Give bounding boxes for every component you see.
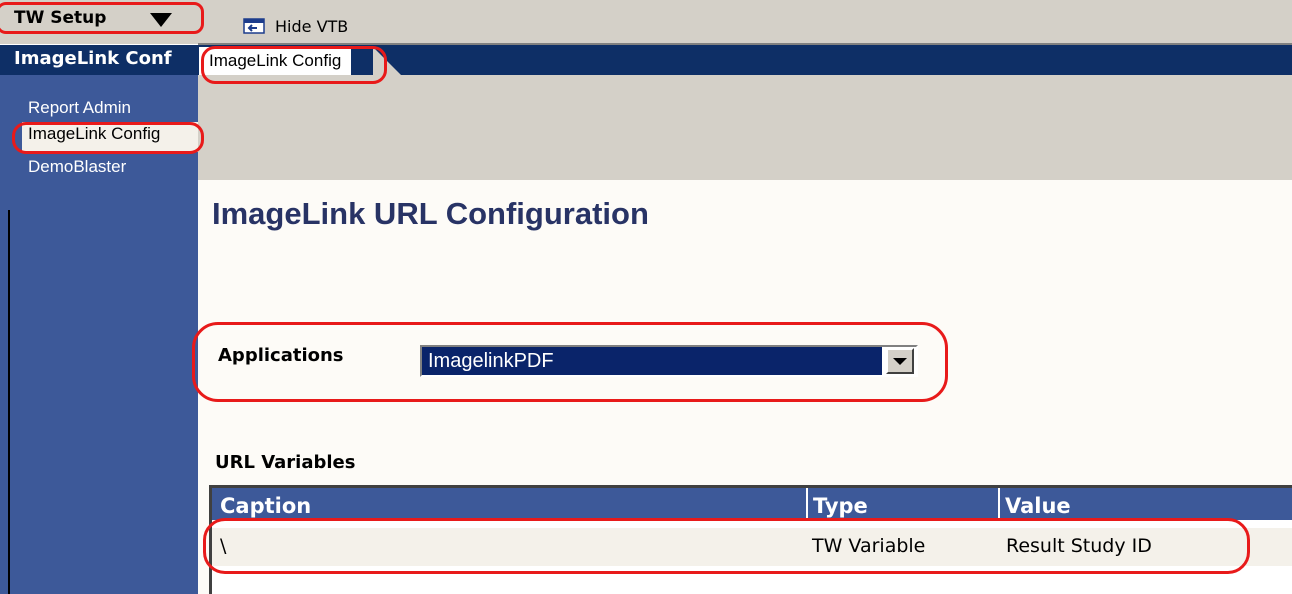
tw-setup-label: TW Setup <box>14 8 107 28</box>
content-header-band <box>198 75 1292 180</box>
page-title: ImageLink URL Configuration <box>212 196 649 231</box>
hide-vtb-label: Hide VTB <box>275 16 349 36</box>
dropdown-arrow-icon[interactable] <box>150 13 172 27</box>
sidebar-edge <box>8 210 10 594</box>
cell-type[interactable]: TW Variable <box>812 535 925 557</box>
tab-corner <box>373 47 401 75</box>
applications-label: Applications <box>218 345 344 366</box>
hide-panel-icon <box>243 18 265 34</box>
sidebar-item-report-admin[interactable]: Report Admin <box>28 98 131 118</box>
cell-caption[interactable]: \ <box>220 535 226 557</box>
sidebar-item-imagelink-config[interactable]: ImageLink Config <box>28 124 160 144</box>
grid-header <box>212 488 1292 520</box>
column-separator[interactable] <box>806 488 808 520</box>
sidebar-title: ImageLink Conf <box>14 48 172 69</box>
column-header-type[interactable]: Type <box>813 494 868 518</box>
sidebar-item-demoblaster[interactable]: DemoBlaster <box>28 157 126 177</box>
applications-select-value[interactable]: ImagelinkPDF <box>422 347 882 375</box>
tab-imagelink-config[interactable]: ImageLink Config <box>199 47 352 75</box>
column-separator[interactable] <box>998 488 1000 520</box>
column-header-caption[interactable]: Caption <box>220 494 311 518</box>
sidebar <box>0 75 198 594</box>
column-header-value[interactable]: Value <box>1005 494 1071 518</box>
chevron-down-icon <box>893 358 907 365</box>
cell-value[interactable]: Result Study ID <box>1006 535 1152 557</box>
hide-vtb-button[interactable]: Hide VTB <box>243 14 348 38</box>
url-variables-label: URL Variables <box>215 452 356 473</box>
